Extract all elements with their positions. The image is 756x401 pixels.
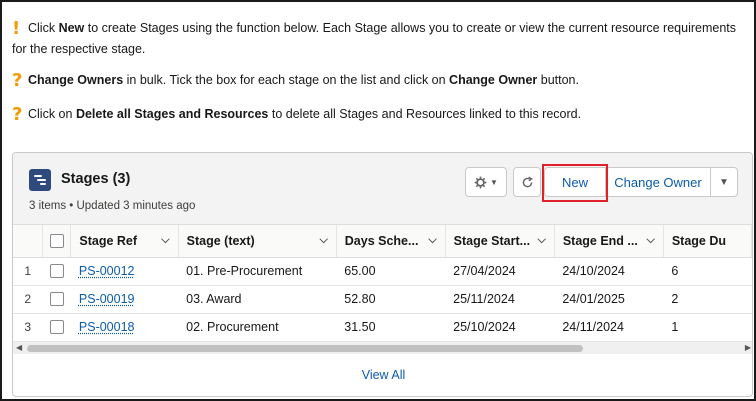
table-row: 1 PS-00012 01. Pre-Procurement 65.00 27/… [13, 257, 752, 286]
select-all-checkbox[interactable] [49, 234, 64, 249]
column-header-stage-start[interactable]: Stage Start... ⌵ [445, 225, 555, 258]
refresh-icon [522, 176, 533, 187]
column-header-stage-text[interactable]: Stage (text) ⌵ [178, 225, 337, 258]
row-number-header [13, 225, 43, 258]
change-owner-button[interactable]: Change Owner [605, 167, 711, 197]
chevron-down-icon[interactable]: ⌵ [428, 234, 436, 247]
row-checkbox[interactable] [49, 292, 64, 307]
days-scheduled-cell: 31.50 [336, 313, 446, 342]
stage-ref-cell: PS-00019 [70, 285, 179, 314]
stage-duration-cell: 2 [663, 285, 752, 314]
list-settings-button[interactable]: ▼ [465, 167, 507, 197]
card-title[interactable]: Stages (3) [61, 171, 130, 187]
stages-icon [29, 169, 51, 191]
chevron-down-icon[interactable]: ⌵ [161, 234, 169, 247]
stage-ref-link[interactable]: PS-00012 [79, 264, 135, 278]
new-button-highlight [542, 164, 608, 202]
question-icon: ? [12, 104, 23, 125]
stage-ref-cell: PS-00018 [70, 313, 179, 342]
row-number: 1 [13, 257, 43, 286]
stage-start-cell: 27/04/2024 [445, 257, 555, 286]
row-select-cell [42, 313, 71, 342]
row-checkbox[interactable] [49, 264, 64, 279]
chevron-down-icon: ▼ [490, 177, 498, 187]
days-scheduled-cell: 52.80 [336, 285, 446, 314]
chevron-down-icon[interactable]: ⌵ [319, 234, 327, 247]
exclamation-icon: ! [12, 18, 21, 39]
refresh-button[interactable] [513, 167, 541, 197]
stage-end-cell: 24/10/2024 [554, 257, 664, 286]
stage-start-cell: 25/11/2024 [445, 285, 555, 314]
stage-text-cell: 01. Pre-Procurement [178, 257, 337, 286]
help-note-delete: ? Click on Delete all Stages and Resource… [12, 104, 582, 125]
row-select-cell [42, 285, 71, 314]
stage-end-cell: 24/11/2024 [554, 313, 664, 342]
select-all-header [42, 225, 72, 258]
column-header-stage-duration[interactable]: Stage Du [663, 225, 752, 258]
card-header: Stages (3) 3 items • Updated 3 minutes a… [13, 153, 752, 225]
stage-start-cell: 25/10/2024 [445, 313, 555, 342]
table-row: 2 PS-00019 03. Award 52.80 25/11/2024 24… [13, 285, 752, 314]
chevron-down-icon[interactable]: ⌵ [537, 234, 545, 247]
help-note-new: ! Click New to create Stages using the fu… [12, 18, 737, 56]
table-header-row: Stage Ref ⌵ Stage (text) ⌵ Days Sche... ⌵ S… [13, 225, 752, 258]
column-header-stage-end[interactable]: Stage End ... ⌵ [554, 225, 664, 258]
more-actions-button[interactable]: ▼ [710, 167, 738, 197]
scroll-left-arrow-icon[interactable]: ◀ [16, 343, 22, 352]
stage-duration-cell: 1 [663, 313, 752, 342]
stage-ref-cell: PS-00012 [70, 257, 179, 286]
table-row: 3 PS-00018 02. Procurement 31.50 25/10/2… [13, 313, 752, 342]
stage-text-cell: 03. Award [178, 285, 337, 314]
row-checkbox[interactable] [49, 320, 64, 335]
question-icon: ? [12, 70, 23, 91]
stage-text-cell: 02. Procurement [178, 313, 337, 342]
stage-ref-link[interactable]: PS-00018 [79, 320, 135, 334]
row-number: 3 [13, 313, 43, 342]
column-header-days-scheduled[interactable]: Days Sche... ⌵ [336, 225, 446, 258]
gear-icon [474, 176, 487, 188]
card-subtitle: 3 items • Updated 3 minutes ago [29, 200, 196, 212]
stage-duration-cell: 6 [663, 257, 752, 286]
column-header-stage-ref[interactable]: Stage Ref ⌵ [70, 225, 179, 258]
chevron-down-icon: ▼ [719, 176, 729, 188]
stages-related-list: Stages (3) 3 items • Updated 3 minutes a… [12, 152, 753, 397]
help-note-change-owner: ? Change Owners in bulk. Tick the box for… [12, 70, 579, 91]
row-select-cell [42, 257, 71, 286]
chevron-down-icon[interactable]: ⌵ [646, 234, 654, 247]
stages-table: Stage Ref ⌵ Stage (text) ⌵ Days Sche... ⌵ S… [13, 225, 752, 342]
scrollbar-thumb[interactable] [27, 345, 583, 352]
scroll-right-arrow-icon[interactable]: ▶ [745, 343, 751, 352]
horizontal-scrollbar[interactable]: ◀ ▶ [13, 341, 752, 354]
stage-ref-link[interactable]: PS-00019 [79, 292, 135, 306]
stage-end-cell: 24/01/2025 [554, 285, 664, 314]
row-number: 2 [13, 285, 43, 314]
view-all-link[interactable]: View All [13, 368, 752, 382]
days-scheduled-cell: 65.00 [336, 257, 446, 286]
